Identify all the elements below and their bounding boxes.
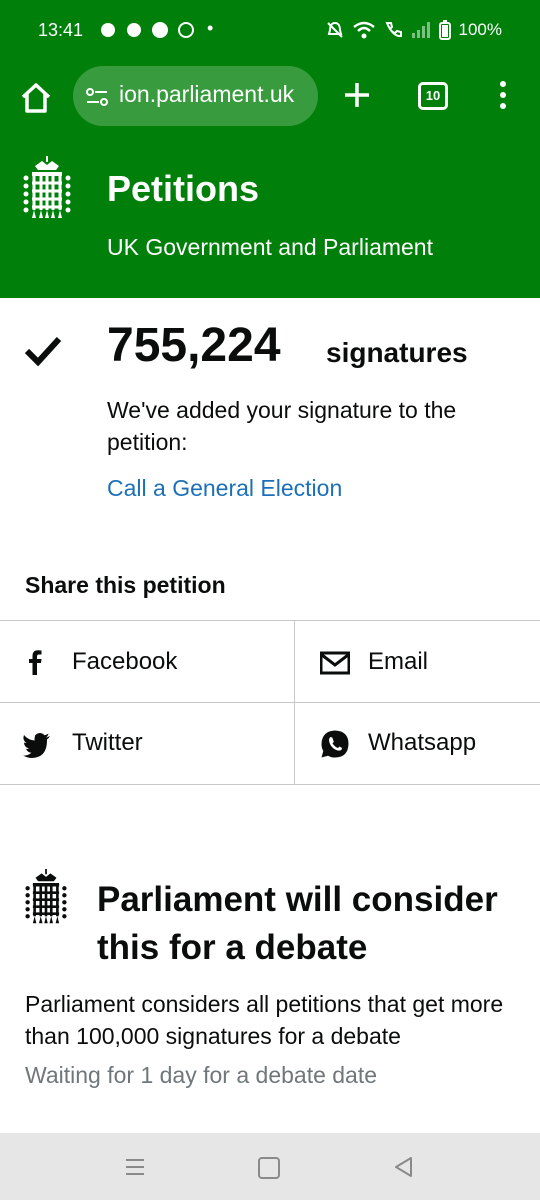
url-text[interactable]: ion.parliament.uk (119, 81, 314, 108)
signature-count-label: signatures (326, 337, 468, 368)
site-settings-icon[interactable] (85, 85, 109, 109)
share-email-label: Email (368, 648, 429, 675)
debate-heading: Parliament will consider this for a deba… (97, 880, 498, 967)
share-facebook-label: Facebook (72, 648, 178, 675)
checkmark-icon (24, 336, 62, 367)
site-title[interactable]: Petitions (107, 168, 259, 210)
new-tab-icon[interactable] (342, 80, 372, 110)
more-menu-icon[interactable] (497, 80, 509, 110)
twitter-icon (23, 733, 50, 758)
share-email-button[interactable]: Email (294, 621, 540, 703)
site-header: Petitions UK Government and Parliament (0, 138, 540, 298)
share-whatsapp-label: Whatsapp (368, 729, 477, 756)
wifi-call-icon (384, 22, 402, 38)
debate-description: Parliament considers all petitions that … (25, 991, 504, 1049)
home-nav-icon[interactable] (258, 1157, 280, 1179)
mute-icon (326, 21, 343, 38)
signal-icon (411, 22, 430, 38)
status-time: 13:41 (38, 20, 84, 40)
home-icon[interactable] (19, 81, 53, 115)
signature-count: 755,224 (107, 319, 281, 372)
status-bar: 13:41 • 100% (0, 0, 540, 64)
portcullis-icon (25, 869, 67, 924)
share-twitter-button[interactable]: Twitter (0, 703, 294, 785)
petition-link[interactable]: Call a General Election (107, 475, 342, 502)
share-whatsapp-button[interactable]: Whatsapp (294, 703, 540, 785)
recent-apps-icon[interactable] (124, 1157, 146, 1177)
share-grid: Facebook Email Twitter Whatsapp (0, 620, 540, 785)
system-nav-bar (0, 1133, 540, 1200)
notification-icons-svg (101, 22, 194, 38)
status-dot: • (207, 18, 214, 38)
battery-icon (438, 20, 451, 40)
share-twitter-label: Twitter (72, 729, 143, 756)
address-bar[interactable]: ion.parliament.uk (73, 66, 318, 126)
tab-switcher-button[interactable]: 10 (418, 82, 448, 110)
back-icon[interactable] (392, 1155, 414, 1179)
wifi-icon (352, 21, 375, 39)
share-heading: Share this petition (25, 572, 226, 598)
site-subtitle: UK Government and Parliament (107, 234, 433, 260)
share-facebook-button[interactable]: Facebook (0, 621, 294, 703)
facebook-icon (29, 650, 42, 675)
status-right: 100% (325, 20, 502, 40)
notification-icons (100, 20, 210, 45)
email-icon (320, 651, 350, 675)
battery-level: 100% (458, 20, 502, 39)
portcullis-logo-icon[interactable] (22, 156, 72, 220)
debate-waiting-status: Waiting for 1 day for a debate date (25, 1062, 378, 1088)
confirmation-message: We've added your signature to the petiti… (107, 397, 457, 455)
browser-toolbar: ion.parliament.uk 10 (0, 64, 540, 138)
whatsapp-icon (321, 730, 349, 758)
